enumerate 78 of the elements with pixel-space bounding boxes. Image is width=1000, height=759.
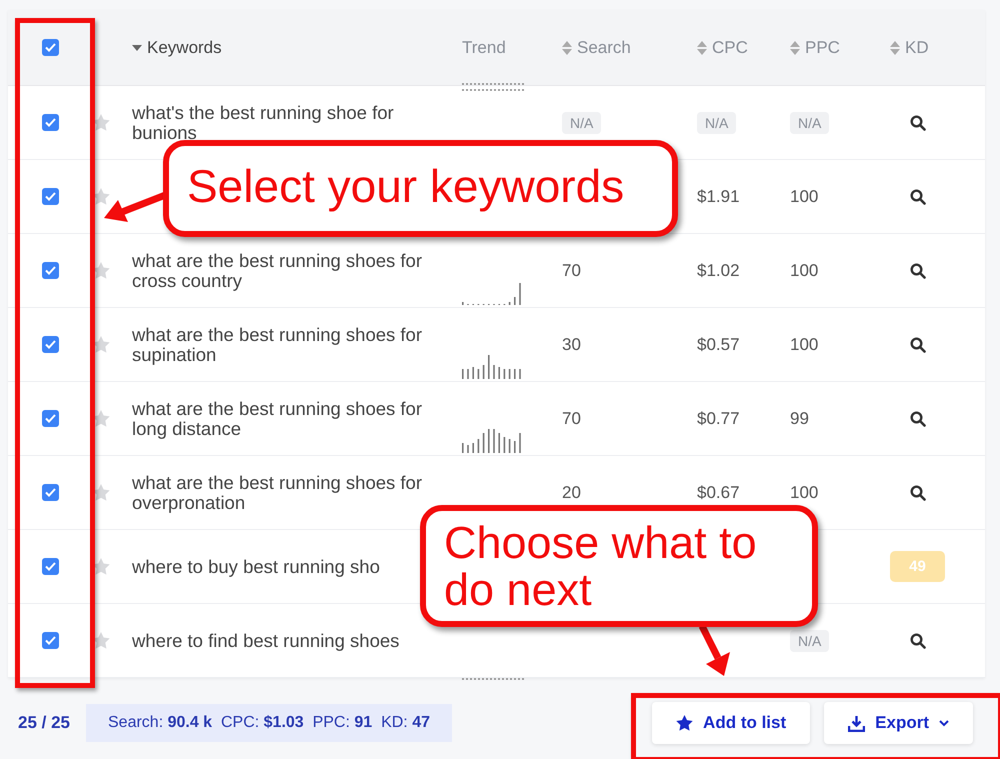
search-volume: 70 bbox=[562, 408, 581, 428]
row-checkbox[interactable] bbox=[42, 114, 58, 131]
keyword-text[interactable]: where to find best running shoes bbox=[132, 630, 400, 650]
dotted-trend-line bbox=[462, 678, 524, 680]
search-icon[interactable] bbox=[910, 262, 926, 278]
cpc-value: $0.77 bbox=[697, 408, 740, 428]
search-volume: 20 bbox=[562, 482, 581, 502]
checkmark-icon bbox=[44, 266, 56, 275]
keyword-text[interactable]: where to buy best running sho bbox=[132, 556, 380, 576]
summary-bar: Search: 90.4 k CPC: $1.03 PPC: 91 KD: 47 bbox=[86, 704, 452, 742]
search-icon[interactable] bbox=[910, 114, 926, 130]
checkmark-icon bbox=[44, 118, 56, 127]
ppc-value: 100 bbox=[790, 260, 818, 280]
search-icon[interactable] bbox=[910, 336, 926, 352]
star-icon[interactable] bbox=[92, 484, 110, 501]
star-icon[interactable] bbox=[92, 632, 110, 649]
sort-icon bbox=[697, 40, 707, 54]
search-icon[interactable] bbox=[910, 410, 926, 426]
row-checkbox[interactable] bbox=[42, 262, 58, 279]
row-checkbox[interactable] bbox=[42, 188, 58, 205]
ppc-value: 100 bbox=[790, 334, 818, 354]
sort-down-icon bbox=[132, 44, 142, 50]
cpc-value: $1.02 bbox=[697, 260, 740, 280]
checkmark-icon bbox=[44, 414, 56, 423]
search-icon[interactable] bbox=[910, 188, 926, 204]
export-button[interactable]: Export bbox=[824, 702, 973, 744]
star-icon[interactable] bbox=[92, 188, 110, 205]
caret-icon bbox=[939, 720, 949, 726]
result-count: 25 / 25 bbox=[18, 713, 70, 733]
checkmark-icon bbox=[44, 43, 56, 52]
search-icon[interactable] bbox=[910, 484, 926, 500]
na-tag: N/A bbox=[790, 112, 830, 134]
row-checkbox[interactable] bbox=[42, 484, 58, 501]
dotted-trend-line bbox=[462, 83, 524, 85]
search-icon[interactable] bbox=[910, 632, 926, 648]
kd-badge: 49 bbox=[890, 551, 945, 582]
trend-sparkline bbox=[462, 427, 524, 453]
sort-icon bbox=[790, 40, 800, 54]
checkmark-icon bbox=[44, 488, 56, 497]
star-icon[interactable] bbox=[92, 336, 110, 353]
row-checkbox[interactable] bbox=[42, 632, 58, 649]
na-tag: N/A bbox=[697, 112, 736, 134]
keyword-text[interactable]: what's the best running shoe for bunions bbox=[132, 102, 442, 142]
keyword-text[interactable]: what are the best running shoes for cross country bbox=[132, 250, 442, 290]
row-checkbox[interactable] bbox=[42, 410, 58, 427]
sort-icon bbox=[890, 40, 900, 54]
star-icon bbox=[676, 715, 694, 731]
select-all-checkbox[interactable] bbox=[42, 39, 58, 56]
checkmark-icon bbox=[44, 340, 56, 349]
search-volume: 30 bbox=[562, 334, 581, 354]
row-checkbox[interactable] bbox=[42, 336, 58, 353]
star-icon[interactable] bbox=[92, 114, 110, 131]
search-volume: 70 bbox=[562, 260, 581, 280]
checkmark-icon bbox=[44, 636, 56, 645]
cpc-value: $0.67 bbox=[697, 482, 740, 502]
ppc-value: 99 bbox=[790, 408, 809, 428]
cpc-value: $1.91 bbox=[697, 186, 740, 206]
column-header[interactable]: Keywords bbox=[132, 38, 222, 58]
ppc-value: 100 bbox=[790, 482, 818, 502]
sort-icon bbox=[562, 40, 572, 54]
star-icon[interactable] bbox=[92, 558, 110, 575]
callout: Select your keywords bbox=[163, 140, 678, 237]
add-to-list-button[interactable]: Add to list bbox=[652, 702, 810, 744]
na-tag: N/A bbox=[790, 630, 830, 652]
star-icon[interactable] bbox=[92, 410, 110, 427]
row-checkbox[interactable] bbox=[42, 558, 58, 575]
trend-sparkline bbox=[462, 353, 524, 379]
download-icon bbox=[848, 714, 866, 732]
callout: Choose what to do next bbox=[420, 505, 818, 627]
keyword-text[interactable]: what are the best running shoes for supination bbox=[132, 324, 442, 364]
dotted-trend-line bbox=[462, 89, 524, 91]
keyword-text[interactable]: what are the best running shoes for long distance bbox=[132, 398, 442, 438]
checkmark-icon bbox=[44, 562, 56, 571]
checkmark-icon bbox=[44, 192, 56, 201]
cpc-value: $0.57 bbox=[697, 334, 740, 354]
na-tag: N/A bbox=[562, 112, 602, 134]
ppc-value: 100 bbox=[790, 186, 818, 206]
star-icon[interactable] bbox=[92, 262, 110, 279]
